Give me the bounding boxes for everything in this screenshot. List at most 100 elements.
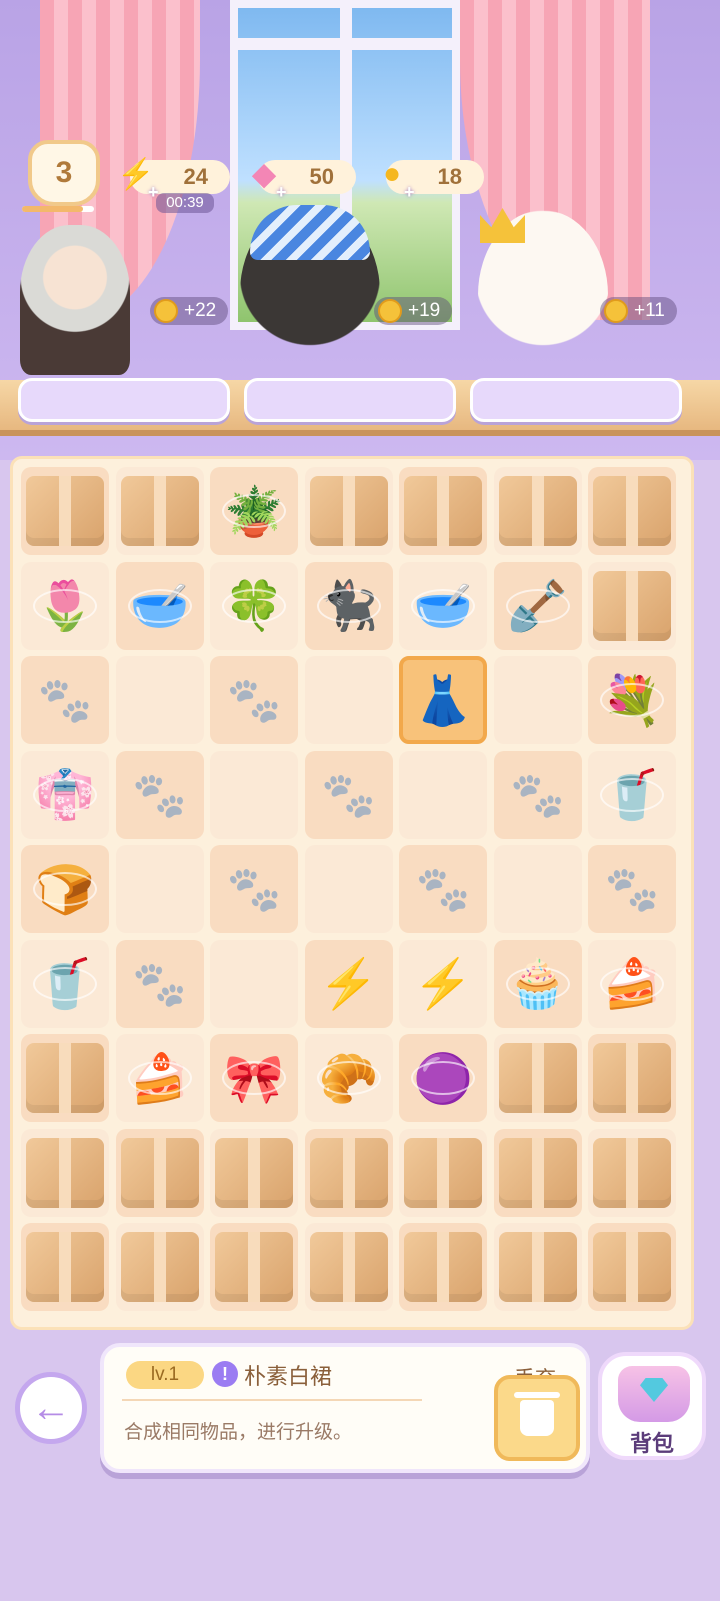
board-cell-box[interactable]: [115, 467, 204, 555]
board-cell-cupcake[interactable]: 🧁: [493, 939, 582, 1028]
board-cell-box[interactable]: [210, 1223, 298, 1311]
board-cell-empty[interactable]: [493, 656, 582, 744]
add-gem-icon[interactable]: +: [276, 182, 287, 203]
board-cell-box[interactable]: [588, 467, 676, 555]
board-cell-pink-dress[interactable]: 👘: [21, 750, 109, 839]
board-cell-box[interactable]: [588, 1034, 676, 1122]
cardboard-box-icon: [498, 1232, 577, 1302]
board-cell-empty-paw[interactable]: 🐾: [493, 750, 582, 839]
customer-granny[interactable]: [20, 225, 130, 375]
order-slot-1[interactable]: [18, 378, 230, 422]
board-cell-box[interactable]: [21, 1034, 109, 1122]
energy-counter[interactable]: ⚡ + 24: [117, 158, 230, 202]
board-cell-box[interactable]: [588, 561, 676, 650]
energy-bottle-icon: ⚡: [318, 958, 379, 1011]
board-cell-empty-paw[interactable]: 🐾: [115, 750, 204, 839]
board-cell-box[interactable]: [21, 467, 109, 555]
customer-black-cat[interactable]: [240, 205, 380, 380]
board-cell-box[interactable]: [399, 467, 487, 555]
board-cell-box[interactable]: [493, 1034, 582, 1122]
board-cell-empty-paw[interactable]: 🐾: [115, 939, 204, 1028]
gem-counter[interactable]: ◆ + 50: [252, 158, 356, 202]
board-cell-empty-paw[interactable]: 🐾: [210, 656, 298, 744]
board-cell-white-dress[interactable]: 👗: [399, 656, 487, 744]
bag-label: 背包: [629, 1431, 674, 1456]
board-cell-box[interactable]: [304, 1223, 393, 1311]
board-cell-empty[interactable]: [304, 656, 393, 744]
board-cell-pet-bowl-teal[interactable]: 🥣: [399, 561, 487, 650]
order-slot-3[interactable]: [470, 378, 682, 422]
board-cell-iced-drink[interactable]: 🥤: [21, 939, 109, 1028]
board-cell-empty-paw[interactable]: 🐾: [588, 845, 676, 933]
board-cell-box[interactable]: [304, 467, 393, 555]
board-cell-pet-bowl-brown[interactable]: 🥣: [115, 561, 204, 650]
board-cell-box[interactable]: [588, 1223, 676, 1311]
board-cell-iced-drink[interactable]: 🥤: [588, 750, 676, 839]
iced-drink-icon: 🥤: [30, 949, 100, 1019]
order-slot-2[interactable]: [244, 378, 456, 422]
board-cell-shovel[interactable]: 🪏: [493, 561, 582, 650]
board-cell-tulip[interactable]: 🌷: [21, 561, 109, 650]
board-cell-box[interactable]: [399, 1128, 487, 1217]
board-cell-box[interactable]: [588, 1128, 676, 1217]
add-coin-icon[interactable]: +: [404, 182, 415, 203]
paw-print-icon: 🐾: [510, 770, 565, 820]
board-cell-clover[interactable]: 🍀: [210, 561, 298, 650]
cobweb-icon: [33, 588, 97, 623]
board-cell-round-bread[interactable]: 🥐: [304, 1034, 393, 1122]
board-cell-box[interactable]: [493, 467, 582, 555]
board-cell-box[interactable]: [210, 1128, 298, 1217]
board-cell-cat-bread[interactable]: 🍞: [21, 845, 109, 933]
cobweb-icon: [33, 872, 97, 906]
board-cell-energy-shell[interactable]: ⚡: [399, 939, 487, 1028]
trash-icon: [514, 1392, 560, 1436]
board-cell-empty[interactable]: [115, 845, 204, 933]
board-cell-watering-can[interactable]: 🪴: [210, 467, 298, 555]
paw-print-icon: 🐾: [321, 770, 376, 820]
player-level-badge[interactable]: 3: [28, 140, 100, 206]
board-cell-empty[interactable]: [210, 939, 298, 1028]
cobweb-icon: [600, 966, 664, 1001]
bag-button[interactable]: 背包: [598, 1352, 706, 1460]
board-cell-box[interactable]: [115, 1223, 204, 1311]
divider: [122, 1399, 422, 1401]
paw-print-icon: 🐾: [132, 959, 187, 1009]
reward-value: +11: [634, 300, 665, 321]
cardboard-box-icon: [498, 1137, 577, 1208]
board-cell-fruit-cake[interactable]: 🍰: [588, 939, 676, 1028]
board-cell-empty[interactable]: [304, 845, 393, 933]
board-cell-box[interactable]: [21, 1128, 109, 1217]
coin-counter[interactable]: ● + 18: [383, 157, 484, 202]
discard-button[interactable]: [494, 1375, 580, 1461]
board-cell-box[interactable]: [493, 1128, 582, 1217]
board-cell-empty-paw[interactable]: 🐾: [304, 750, 393, 839]
board-cell-empty[interactable]: [115, 656, 204, 744]
board-cell-lavender-bouquet[interactable]: 💐: [588, 656, 676, 744]
board-cell-ribbon[interactable]: 🎀: [210, 1034, 298, 1122]
cobweb-icon: [222, 494, 286, 528]
cobweb-icon: [33, 966, 97, 1001]
cardboard-box-icon: [26, 1137, 104, 1208]
board-cell-empty-paw[interactable]: 🐾: [210, 845, 298, 933]
item-description: 合成相同物品，进行升级。: [124, 1422, 353, 1443]
board-cell-empty-paw[interactable]: 🐾: [399, 845, 487, 933]
reward-white-cat: +11: [600, 297, 677, 325]
board-cell-box[interactable]: [493, 1223, 582, 1311]
energy-shell-icon: ⚡: [413, 958, 473, 1011]
player-level: 3: [55, 156, 73, 189]
board-cell-empty-paw[interactable]: 🐾: [21, 656, 109, 744]
board-cell-box[interactable]: [21, 1223, 109, 1311]
info-icon[interactable]: !: [212, 1361, 238, 1387]
board-cell-empty[interactable]: [399, 750, 487, 839]
board-cell-purple-gem[interactable]: 🟣: [399, 1034, 487, 1122]
board-cell-cat-figure[interactable]: 🐈‍⬛: [304, 561, 393, 650]
board-cell-empty[interactable]: [210, 750, 298, 839]
reward-granny: +22: [150, 297, 229, 325]
board-cell-box[interactable]: [399, 1223, 487, 1311]
board-cell-empty[interactable]: [493, 845, 582, 933]
board-cell-box[interactable]: [304, 1128, 393, 1217]
board-cell-box[interactable]: [115, 1128, 204, 1217]
back-button[interactable]: ←: [15, 1372, 87, 1444]
board-cell-energy-bottle[interactable]: ⚡: [304, 939, 393, 1028]
board-cell-fruit-cake[interactable]: 🍰: [115, 1034, 204, 1122]
